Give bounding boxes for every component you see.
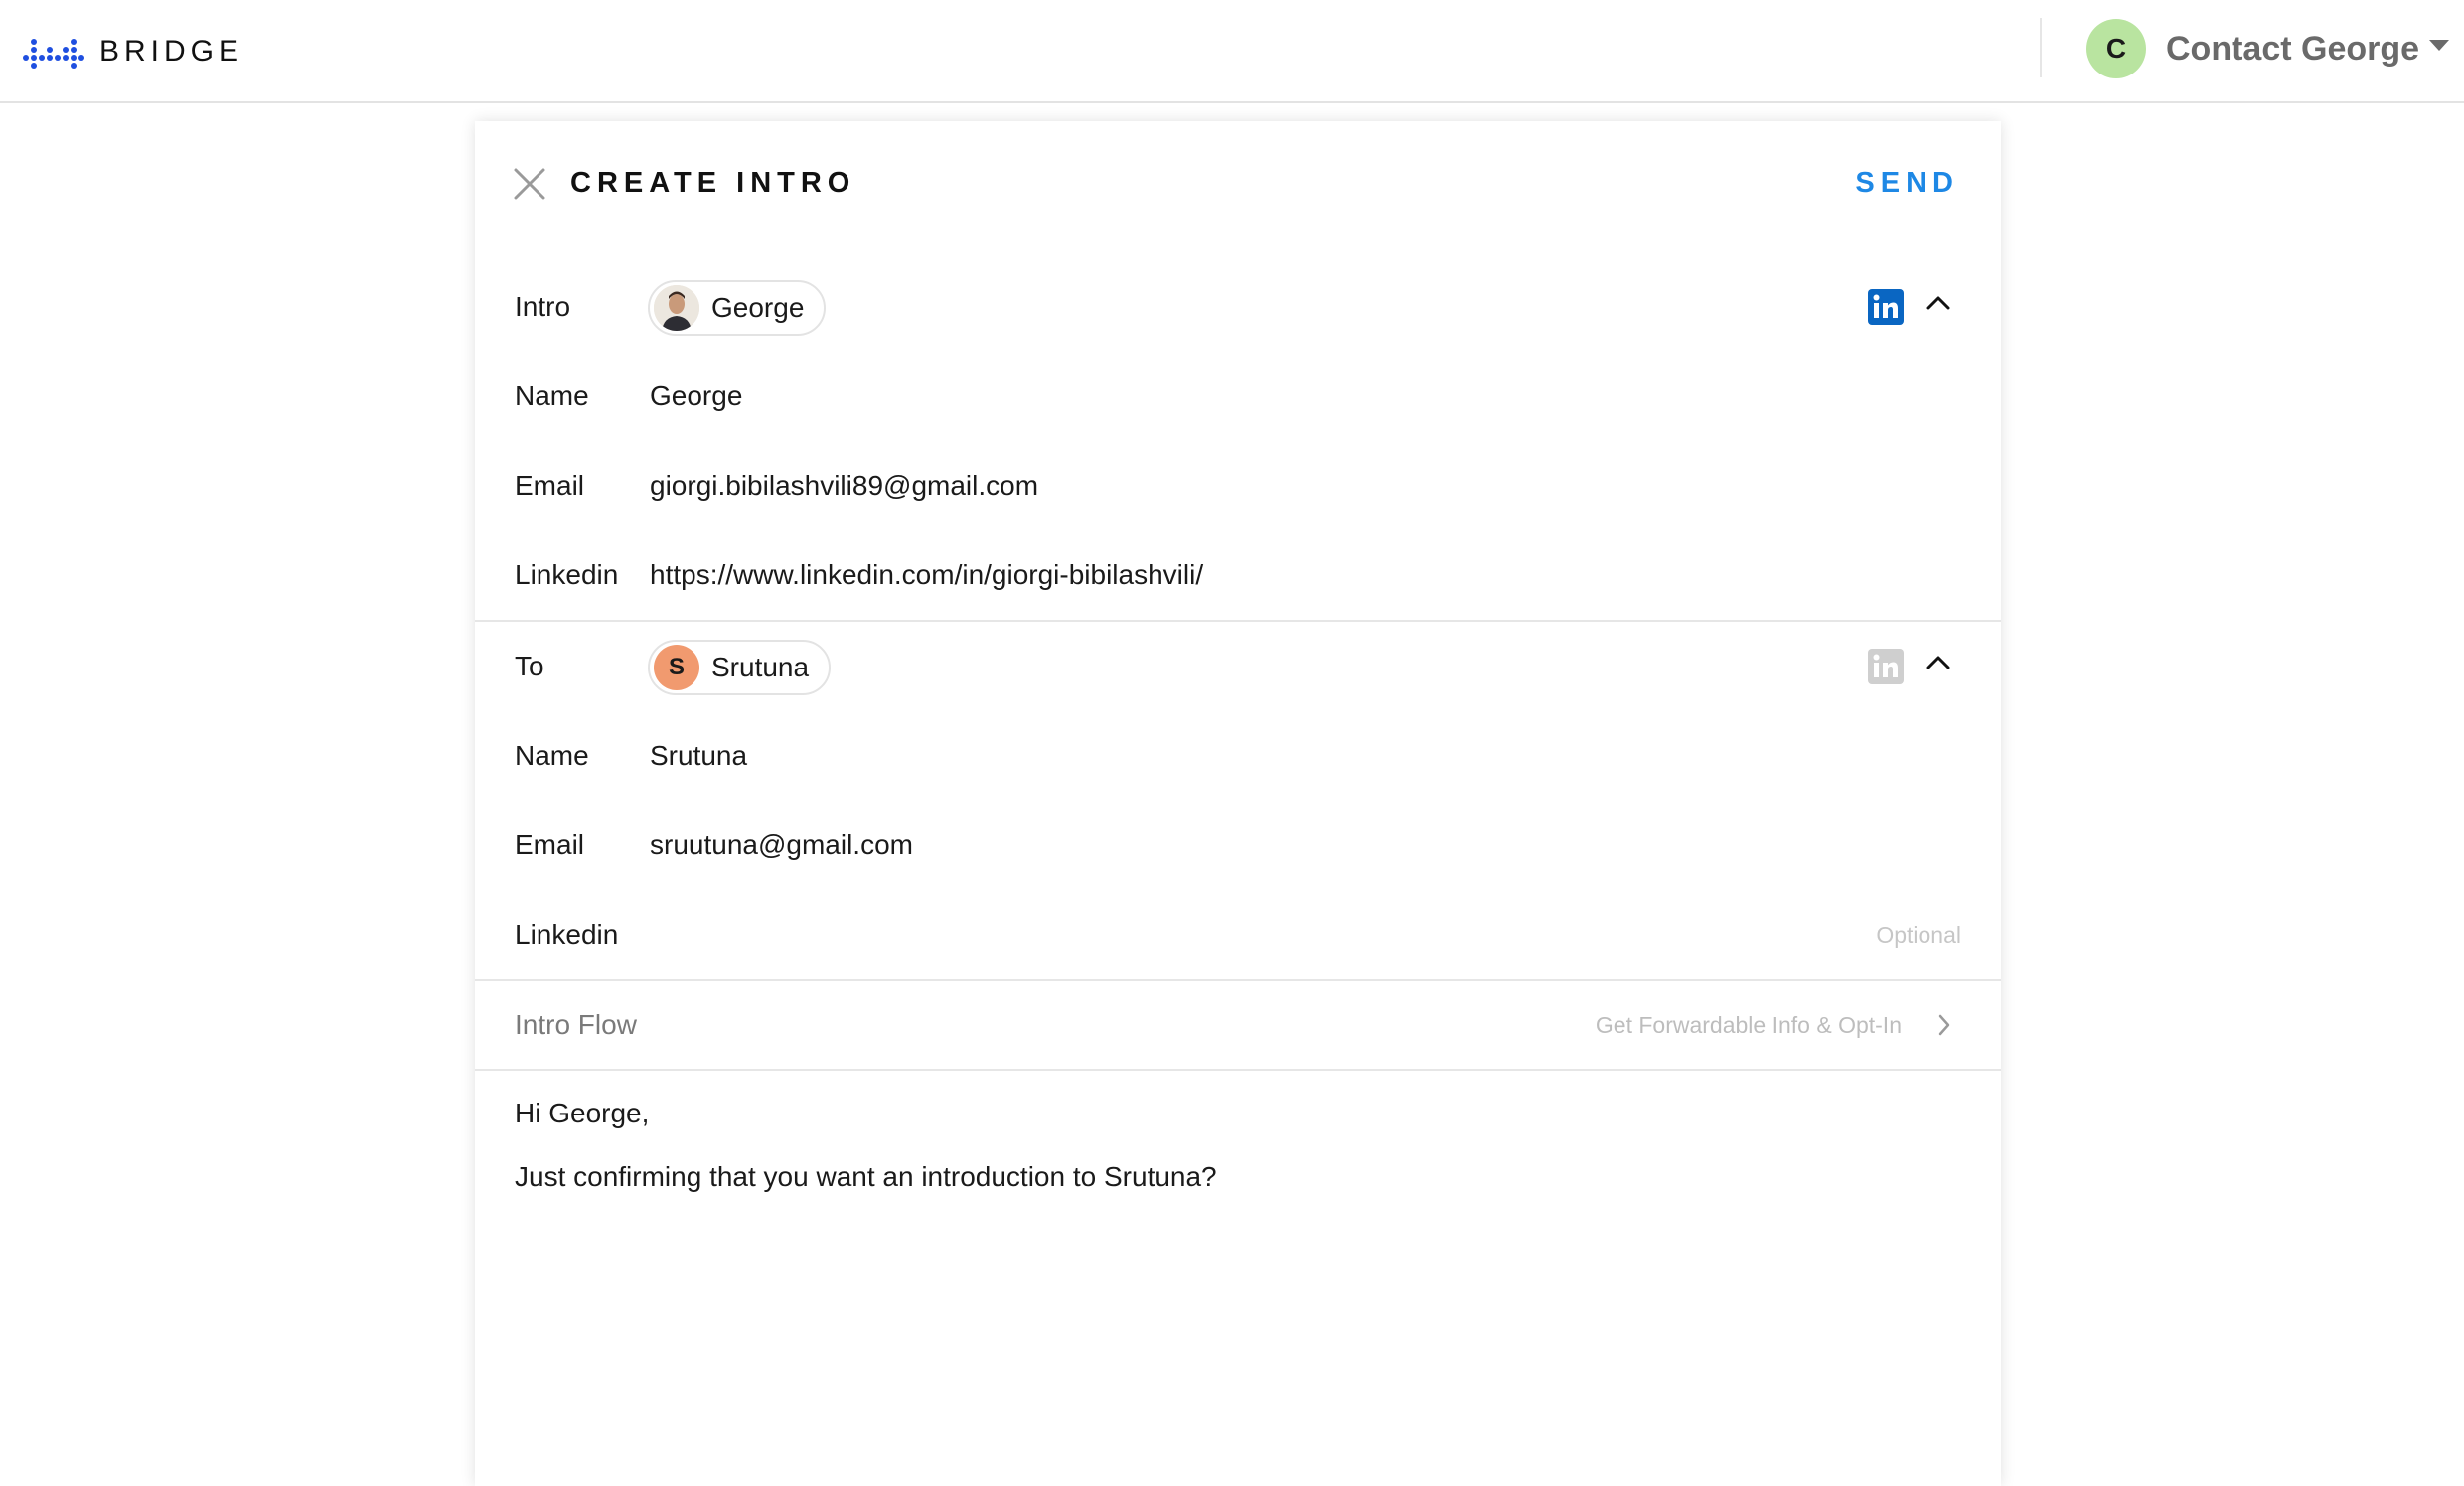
intro-person-chip[interactable]: George	[648, 280, 827, 336]
to-chip-name: Srutuna	[711, 652, 810, 682]
header-divider	[2040, 18, 2042, 77]
bridge-logo[interactable]: BRIDGE	[22, 30, 243, 74]
intro-linkedin-row: Linkedin https://www.linkedin.com/in/gio…	[475, 530, 2001, 620]
page-title: CREATE INTRO	[570, 167, 856, 199]
to-email-field[interactable]: sruutuna@gmail.com	[650, 801, 913, 890]
person-photo-icon	[654, 285, 699, 331]
intro-label: Intro	[515, 291, 571, 322]
section-divider	[475, 1069, 2001, 1071]
to-email-row: Email sruutuna@gmail.com	[475, 801, 2001, 890]
intro-flow-label: Intro Flow	[515, 1009, 637, 1040]
message-editor[interactable]: Hi George, Just confirming that you want…	[515, 1097, 1955, 1224]
intro-name-field[interactable]: George	[650, 352, 742, 441]
to-person-chip[interactable]: S Srutuna	[648, 640, 832, 695]
name-label: Name	[515, 740, 589, 771]
account-name: Contact George	[2166, 29, 2420, 68]
chevron-up-icon[interactable]	[1925, 653, 1951, 670]
intro-email-field[interactable]: giorgi.bibilashvili89@gmail.com	[650, 441, 1038, 530]
to-name-field[interactable]: Srutuna	[650, 711, 747, 801]
email-label: Email	[515, 829, 585, 860]
to-row: To S Srutuna	[475, 622, 2001, 711]
to-linkedin-field[interactable]: Optional	[1876, 890, 1961, 979]
intro-flow-value: Get Forwardable Info & Opt-In	[1595, 1012, 1902, 1038]
chevron-up-icon[interactable]	[1925, 293, 1951, 311]
message-greeting: Hi George,	[515, 1098, 650, 1128]
create-intro-card: CREATE INTRO SEND Intro George Name Geor…	[475, 121, 2001, 1486]
avatar: C	[2086, 19, 2146, 78]
to-name-row: Name Srutuna	[475, 711, 2001, 801]
close-icon[interactable]	[513, 167, 546, 201]
avatar: S	[654, 645, 699, 690]
linkedin-icon[interactable]	[1868, 289, 1904, 325]
bridge-logo-icon	[23, 39, 84, 69]
name-label: Name	[515, 380, 589, 411]
chevron-right-icon	[1938, 1014, 1950, 1036]
top-header: BRIDGE C Contact George	[0, 0, 2464, 103]
send-button[interactable]: SEND	[1855, 167, 1959, 200]
intro-flow-row[interactable]: Intro Flow Get Forwardable Info & Opt-In	[475, 981, 2001, 1069]
intro-linkedin-field[interactable]: https://www.linkedin.com/in/giorgi-bibil…	[650, 530, 1203, 620]
to-label: To	[515, 651, 544, 681]
message-body: Just confirming that you want an introdu…	[515, 1161, 1217, 1192]
avatar	[654, 285, 699, 331]
email-label: Email	[515, 470, 585, 501]
brand-name: BRIDGE	[99, 35, 244, 68]
linkedin-icon[interactable]	[1868, 649, 1904, 684]
to-linkedin-row: Linkedin Optional	[475, 890, 2001, 979]
linkedin-label: Linkedin	[515, 919, 619, 950]
intro-chip-name: George	[711, 292, 805, 323]
intro-name-row: Name George	[475, 352, 2001, 441]
intro-row: Intro George	[475, 262, 2001, 352]
intro-email-row: Email giorgi.bibilashvili89@gmail.com	[475, 441, 2001, 530]
account-menu[interactable]: C Contact George	[2086, 19, 2450, 78]
caret-down-icon	[2429, 39, 2450, 51]
card-header: CREATE INTRO SEND	[475, 121, 2001, 244]
linkedin-label: Linkedin	[515, 559, 619, 590]
